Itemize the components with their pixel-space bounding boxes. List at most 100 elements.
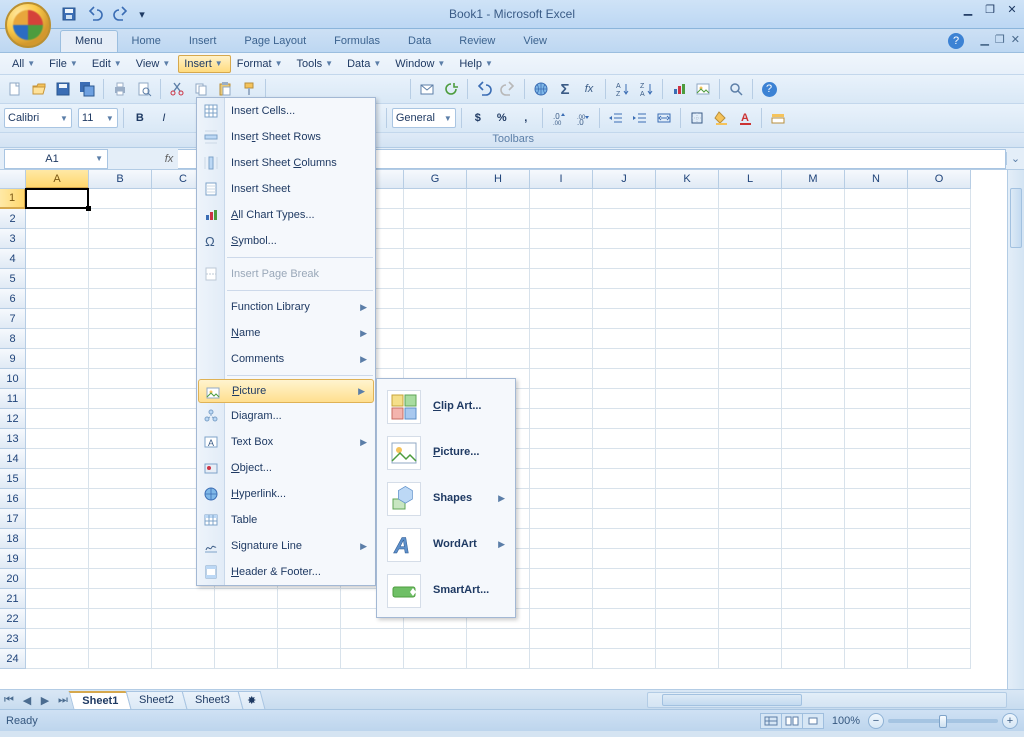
expand-formula-icon[interactable]: ⌄ [1006,152,1024,165]
cell[interactable] [593,649,656,669]
cell[interactable] [656,249,719,269]
ribbon-tab-insert[interactable]: Insert [175,31,231,52]
merge-icon[interactable] [653,107,675,129]
cell[interactable] [89,469,152,489]
cell[interactable] [719,329,782,349]
cell[interactable] [278,609,341,629]
ribbon-tab-data[interactable]: Data [394,31,445,52]
italic-button[interactable]: I [153,107,175,129]
cell[interactable] [215,609,278,629]
font-name-input[interactable] [8,112,58,124]
cell[interactable] [656,209,719,229]
cell[interactable] [530,229,593,249]
cell[interactable] [908,249,971,269]
cell[interactable] [719,449,782,469]
cell[interactable] [467,289,530,309]
ribbon-tab-formulas[interactable]: Formulas [320,31,394,52]
cell[interactable] [404,329,467,349]
cell[interactable] [656,589,719,609]
email-icon[interactable] [416,78,438,100]
cell[interactable] [719,409,782,429]
cell[interactable] [26,309,89,329]
dec-indent-icon[interactable] [605,107,627,129]
redo-icon[interactable] [497,78,519,100]
help-tb-icon[interactable]: ? [758,78,780,100]
cell[interactable] [656,549,719,569]
cell[interactable] [152,589,215,609]
cell[interactable] [908,289,971,309]
sort-desc-icon[interactable]: ZA [635,78,657,100]
cell[interactable] [593,269,656,289]
column-header[interactable]: K [656,170,719,189]
cell[interactable] [845,349,908,369]
ribbon-tab-review[interactable]: Review [445,31,509,52]
cell[interactable] [26,229,89,249]
cell[interactable] [593,589,656,609]
cell[interactable] [404,189,467,209]
cell[interactable] [656,369,719,389]
menu-window[interactable]: Window▼ [389,55,453,73]
row-header[interactable]: 24 [0,649,26,669]
mdi-minimize[interactable]: ▁ [980,33,988,46]
preview-icon[interactable] [133,78,155,100]
cell[interactable] [845,629,908,649]
cell[interactable] [467,649,530,669]
zoom-label[interactable]: 100% [832,715,860,727]
qat-undo-icon[interactable] [84,3,106,25]
cell[interactable] [782,469,845,489]
close-button[interactable]: ✕ [1004,2,1020,16]
cell[interactable] [530,569,593,589]
minimize-button[interactable]: ▁ [960,2,976,16]
insert-menu-item[interactable]: Diagram... [197,403,375,429]
cell[interactable] [782,449,845,469]
view-pb-icon[interactable] [802,713,824,729]
cell[interactable] [530,589,593,609]
cell[interactable] [89,549,152,569]
cell[interactable] [530,209,593,229]
cell[interactable] [782,229,845,249]
cell[interactable] [89,529,152,549]
row-header[interactable]: 3 [0,229,26,249]
row-header[interactable]: 8 [0,329,26,349]
cell[interactable] [782,649,845,669]
cell[interactable] [593,249,656,269]
cell[interactable] [467,189,530,209]
column-header[interactable]: I [530,170,593,189]
menu-help[interactable]: Help▼ [453,55,501,73]
cell[interactable] [530,529,593,549]
cell[interactable] [908,589,971,609]
cell[interactable] [656,309,719,329]
cell[interactable] [908,509,971,529]
cell[interactable] [404,309,467,329]
cell[interactable] [719,509,782,529]
cell[interactable] [845,289,908,309]
cell[interactable] [593,449,656,469]
name-box[interactable]: A1▼ [4,149,108,169]
cell[interactable] [719,269,782,289]
cell[interactable] [656,449,719,469]
cell[interactable] [89,509,152,529]
cell[interactable] [782,189,845,209]
cell[interactable] [152,649,215,669]
number-format-combo[interactable]: ▼ [392,108,456,128]
insert-menu-item[interactable]: Hyperlink... [197,481,375,507]
cell[interactable] [593,569,656,589]
cell[interactable] [656,509,719,529]
cell[interactable] [845,329,908,349]
row-header[interactable]: 19 [0,549,26,569]
cell[interactable] [26,609,89,629]
cell[interactable] [908,229,971,249]
cell[interactable] [89,629,152,649]
cell[interactable] [26,209,89,229]
picture-tb-icon[interactable] [692,78,714,100]
cell[interactable] [530,549,593,569]
cell[interactable] [719,569,782,589]
cell[interactable] [593,529,656,549]
cell[interactable] [908,469,971,489]
cell[interactable] [89,409,152,429]
menu-all[interactable]: All▼ [6,55,43,73]
cell[interactable] [89,429,152,449]
cell[interactable] [467,329,530,349]
cell[interactable] [26,629,89,649]
cell[interactable] [467,269,530,289]
